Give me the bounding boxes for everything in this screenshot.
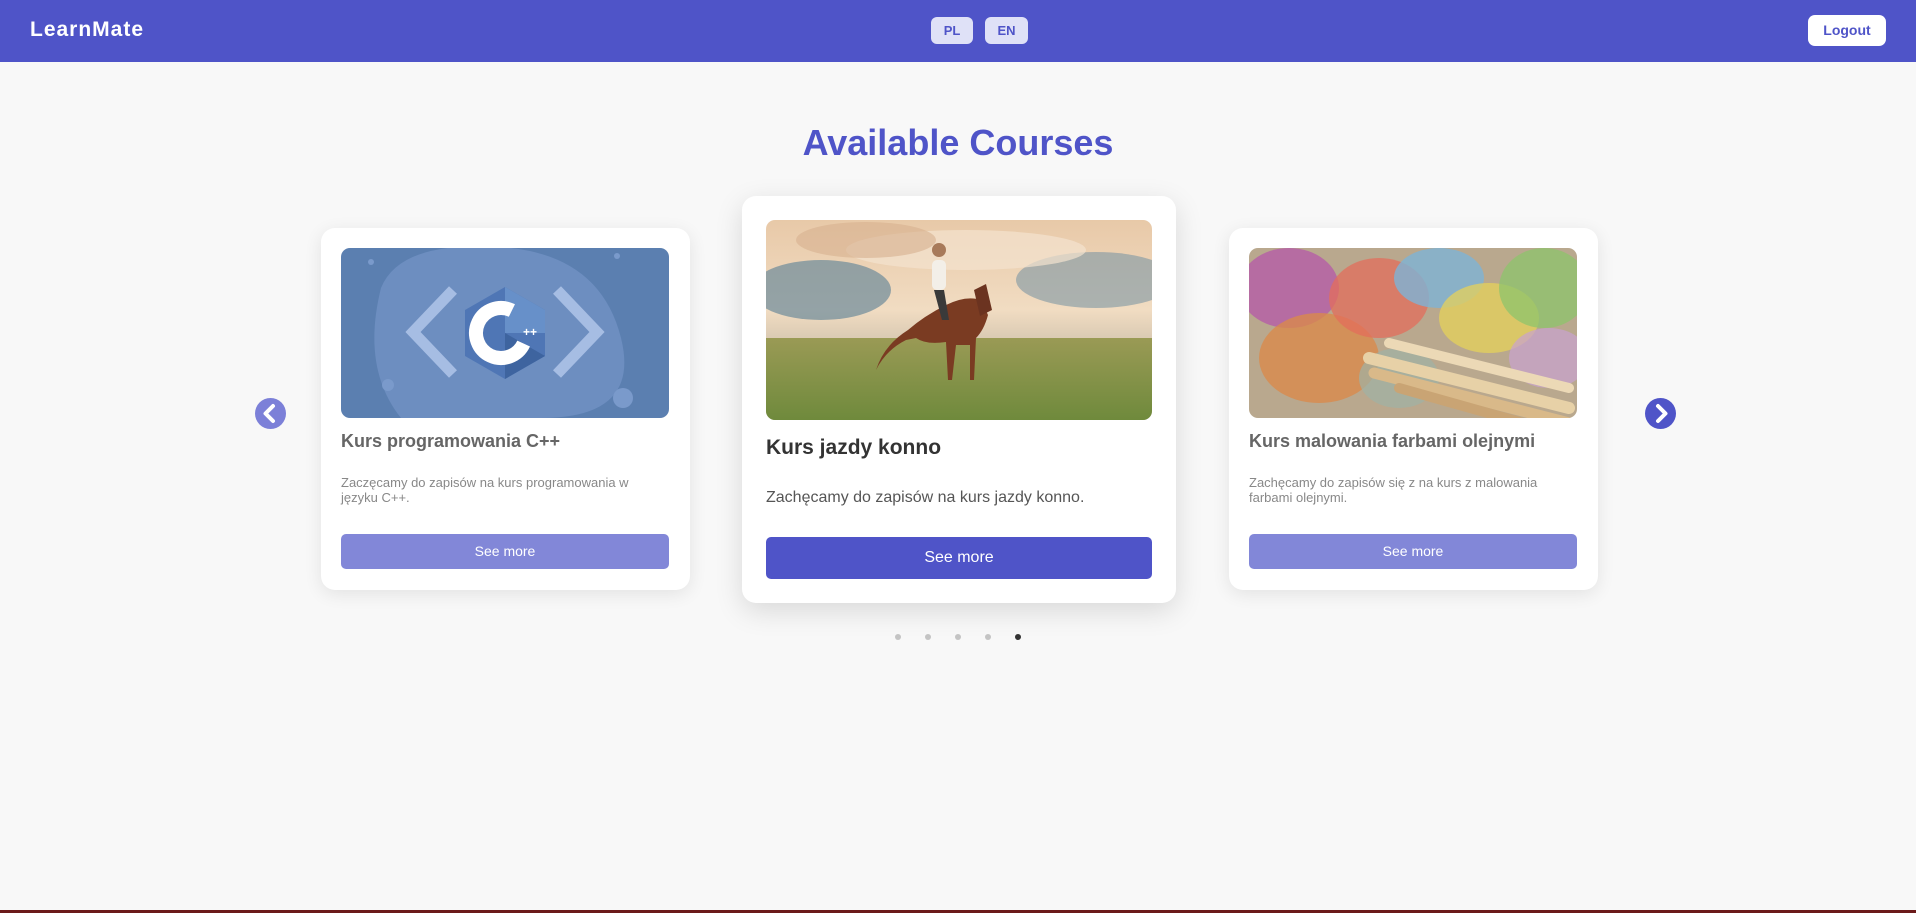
course-description: Zachęcamy do zapisów na kurs jazdy konno… [766, 489, 1085, 506]
logout-button[interactable]: Logout [1808, 15, 1886, 46]
chevron-right-circle-icon [1645, 398, 1676, 429]
carousel-next-button[interactable] [1645, 398, 1676, 429]
carousel-dot-5[interactable] [1015, 634, 1021, 640]
see-more-button-horse-riding[interactable]: See more [766, 537, 1152, 579]
language-en-button[interactable]: EN [985, 17, 1028, 44]
top-navbar: LearnMate PL EN Logout [0, 0, 1916, 62]
see-more-button-oil-painting[interactable]: See more [1249, 534, 1577, 569]
page-title: Available Courses [802, 122, 1114, 163]
course-image-horse-riding [766, 220, 1152, 420]
course-card-cpp: ++ Kurs programowania C++ Zaczęcamy do z… [321, 228, 690, 590]
course-card-horse-riding: Kurs jazdy konno Zachęcamy do zapisów na… [742, 196, 1176, 603]
carousel-dot-1[interactable] [895, 634, 901, 640]
course-description: Zaczęcamy do zapisów na kurs programowan… [341, 475, 629, 505]
course-image-cpp: ++ [341, 248, 669, 418]
course-title: Kurs malowania farbami olejnymi [1249, 431, 1536, 451]
see-more-button-cpp[interactable]: See more [341, 534, 669, 569]
brand-logo[interactable]: LearnMate [30, 18, 144, 42]
carousel-dot-3[interactable] [955, 634, 961, 640]
course-title: Kurs programowania C++ [341, 431, 561, 451]
course-title: Kurs jazdy konno [766, 436, 942, 459]
carousel-dot-2[interactable] [925, 634, 931, 640]
chevron-left-circle-icon [255, 398, 286, 429]
svg-text:++: ++ [523, 325, 537, 339]
carousel-dot-4[interactable] [985, 634, 991, 640]
course-card-oil-painting: Kurs malowania farbami olejnymi Zachęcam… [1229, 228, 1598, 590]
course-description: Zachęcamy do zapisów się z na kurs z mal… [1249, 475, 1538, 505]
language-pl-button[interactable]: PL [931, 17, 973, 44]
carousel-prev-button[interactable] [255, 398, 286, 429]
course-image-oil-painting [1249, 248, 1577, 418]
